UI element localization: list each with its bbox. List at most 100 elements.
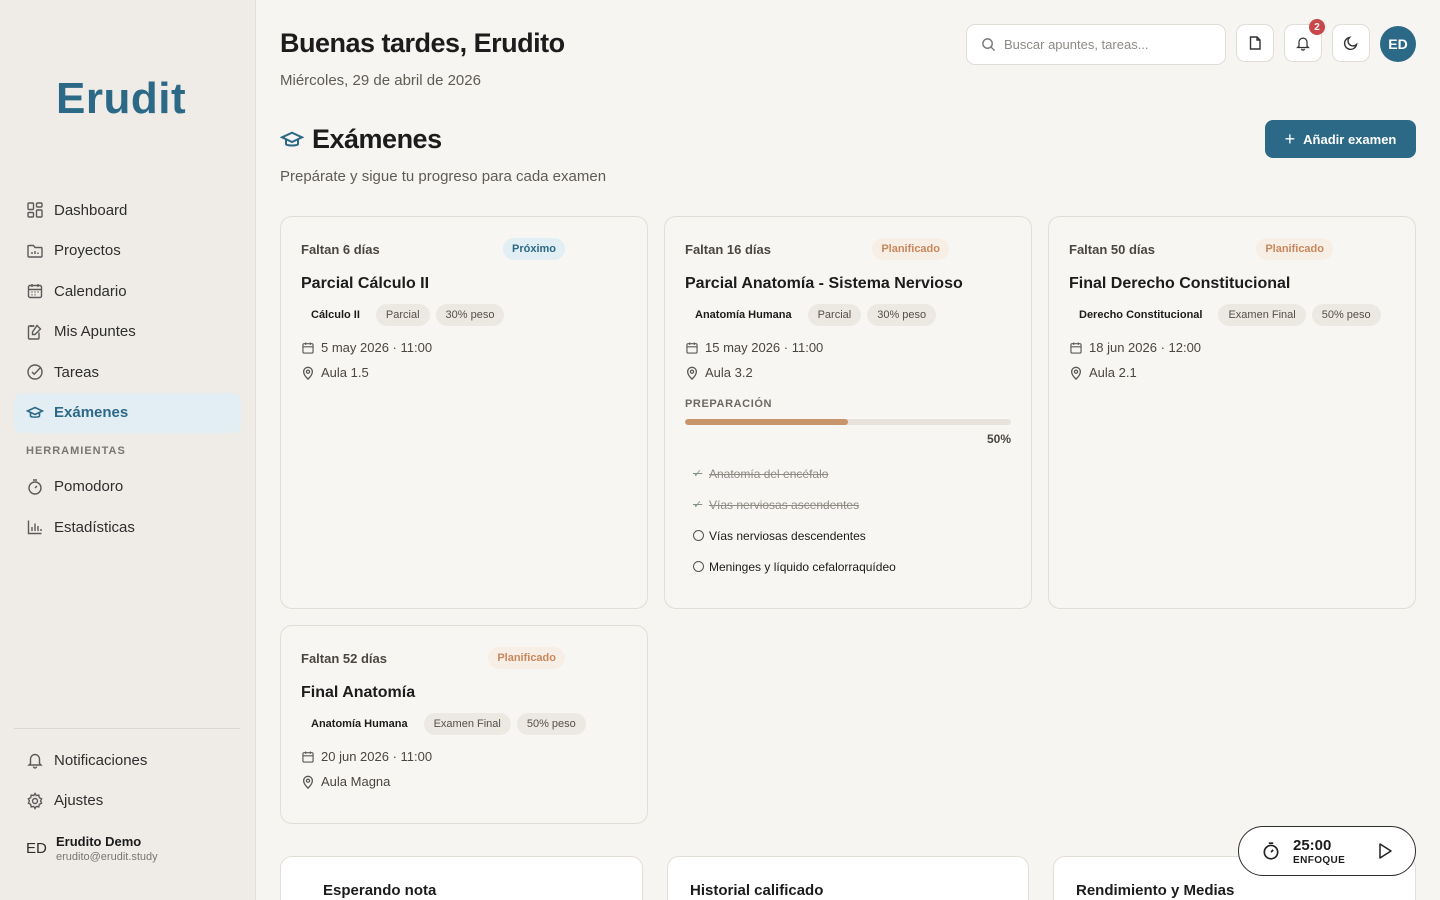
exam-card[interactable]: Faltan 16 días Planificado Parcial Anato…: [664, 216, 1032, 609]
topic-list: ✓ Anatomía del encéfalo ✓ Vías nerviosas…: [685, 458, 1011, 582]
user-profile[interactable]: ED Erudito Demo erudito@erudit.study: [26, 834, 158, 863]
exam-type-tag: Parcial: [807, 304, 862, 326]
exam-card[interactable]: Faltan 52 días Planificado Final Anatomí…: [280, 625, 648, 824]
sidebar-item-label: Calendario: [54, 282, 127, 300]
preparation-percent: 50%: [986, 432, 1011, 446]
topic-label: Vías nerviosas ascendentes: [709, 497, 860, 512]
exam-datetime: 5 may 2026 · 11:00: [321, 340, 433, 355]
location-pin-icon: [685, 366, 699, 380]
exam-type-tag: Examen Final: [1218, 304, 1306, 326]
user-initials: ED: [26, 840, 47, 857]
weight-tag: 50% peso: [516, 713, 586, 735]
graduation-cap-icon: [280, 128, 304, 152]
search-box[interactable]: [966, 24, 1226, 65]
sidebar: Erudit Dashboard Proyectos Calendario Mi…: [0, 0, 256, 900]
new-note-button[interactable]: [1236, 24, 1274, 62]
bell-icon: [1295, 35, 1311, 51]
sidebar-item-label: Proyectos: [54, 242, 121, 259]
page-title: Exámenes: [280, 124, 442, 155]
bell-icon: [26, 751, 44, 769]
subject-tag: Derecho Constitucional: [1079, 309, 1203, 321]
sidebar-item-label: Pomodoro: [54, 478, 124, 495]
status-badge: Planificado: [872, 238, 949, 260]
empty-circle-icon[interactable]: [693, 530, 704, 541]
add-exam-label: Añadir examen: [1303, 131, 1397, 147]
exam-datetime: 18 jun 2026 · 12:00: [1089, 340, 1202, 355]
play-icon[interactable]: [1377, 842, 1393, 860]
sidebar-item-label: Mis Apuntes: [54, 323, 136, 340]
file-icon: [1247, 35, 1263, 51]
app-logo[interactable]: Erudit: [56, 74, 186, 124]
location-pin-icon: [1069, 366, 1083, 380]
topic-item[interactable]: Vías nerviosas descendentes: [685, 520, 1011, 551]
exam-location: Aula 2.1: [1089, 365, 1137, 380]
calendar-icon: [685, 341, 699, 355]
section-title: Historial calificado: [690, 882, 824, 899]
theme-toggle-button[interactable]: [1332, 24, 1370, 62]
exam-title: Final Derecho Constitucional: [1069, 275, 1291, 292]
weight-tag: 30% peso: [867, 304, 937, 326]
topic-item[interactable]: ✓ Anatomía del encéfalo: [685, 458, 1011, 489]
page-subtitle: Prepárate y sigue tu progreso para cada …: [280, 168, 607, 185]
search-input[interactable]: [1004, 37, 1204, 52]
exam-location: Aula Magna: [321, 774, 391, 789]
sidebar-item-tareas[interactable]: Tareas: [14, 352, 241, 392]
check-icon: ✓: [693, 468, 703, 480]
section-title: Rendimiento y Medias: [1076, 882, 1235, 899]
sidebar-bottom-nav: Notificaciones Ajustes: [14, 740, 241, 821]
weight-tag: 50% peso: [1311, 304, 1381, 326]
sidebar-item-pomodoro[interactable]: Pomodoro: [14, 467, 241, 507]
notifications-badge: 2: [1309, 19, 1325, 35]
timer-icon: [1261, 841, 1281, 861]
exam-type-tag: Examen Final: [423, 713, 511, 735]
avatar[interactable]: ED: [1380, 26, 1416, 62]
section-title: Esperando nota: [323, 882, 437, 899]
dashboard-icon: [26, 201, 44, 219]
greeting: Buenas tardes, Erudito: [280, 28, 565, 58]
pomodoro-widget[interactable]: 25:00 ENFOQUE: [1238, 826, 1416, 876]
topic-label: Vías nerviosas descendentes: [709, 528, 866, 543]
search-icon: [981, 37, 996, 52]
topic-item[interactable]: ✓ Vías nerviosas ascendentes: [685, 489, 1011, 520]
exam-datetime: 20 jun 2026 · 11:00: [321, 749, 433, 764]
empty-circle-icon[interactable]: [693, 561, 704, 572]
sidebar-item-label: Tareas: [54, 363, 100, 381]
sidebar-item-mis-apuntes[interactable]: Mis Apuntes: [14, 312, 241, 352]
calendar-icon: [301, 750, 315, 764]
exam-type-tag: Parcial: [375, 304, 430, 326]
topic-label: Anatomía del encéfalo: [709, 466, 829, 481]
preparation-progress-fill: [685, 419, 848, 425]
calendar-icon: [1069, 341, 1083, 355]
sidebar-item-calendario[interactable]: Calendario: [14, 271, 241, 311]
status-badge: Planificado: [488, 647, 565, 669]
sidebar-item-examenes[interactable]: Exámenes: [14, 392, 241, 433]
sidebar-item-dashboard[interactable]: Dashboard: [14, 190, 241, 230]
exam-title: Parcial Anatomía - Sistema Nervioso: [685, 275, 963, 292]
sidebar-item-estadisticas[interactable]: Estadísticas: [14, 507, 241, 547]
weight-tag: 30% peso: [435, 304, 505, 326]
sidebar-item-notificaciones[interactable]: Notificaciones: [14, 740, 241, 780]
sidebar-item-label: Estadísticas: [54, 518, 135, 536]
tools-section-label: HERRAMIENTAS: [26, 444, 126, 457]
sidebar-item-ajustes[interactable]: Ajustes: [14, 781, 241, 821]
notifications-button[interactable]: 2: [1284, 19, 1325, 62]
topic-item[interactable]: Meninges y líquido cefalorraquídeo: [685, 551, 1011, 582]
sidebar-item-proyectos[interactable]: Proyectos: [14, 231, 241, 271]
notes-icon: [26, 323, 44, 341]
preparation-progress-bar: [685, 419, 1011, 425]
subject-tag: Anatomía Humana: [695, 309, 792, 321]
preparation-label: PREPARACIÓN: [685, 398, 773, 410]
exam-card[interactable]: Faltan 50 días Planificado Final Derecho…: [1048, 216, 1416, 609]
subject-tag: Anatomía Humana: [311, 718, 408, 730]
calendar-icon: [301, 341, 315, 355]
exam-datetime: 15 may 2026 · 11:00: [705, 340, 824, 355]
graduation-cap-icon: [26, 404, 44, 422]
exam-countdown: Faltan 16 días: [685, 241, 771, 257]
current-date: Miércoles, 29 de abril de 2026: [280, 72, 481, 89]
user-email: erudito@erudit.study: [56, 851, 158, 863]
exam-card[interactable]: Faltan 6 días Próximo Parcial Cálculo II…: [280, 216, 648, 609]
gear-icon: [26, 791, 44, 810]
sidebar-item-label: Ajustes: [54, 792, 104, 809]
exam-title: Final Anatomía: [301, 684, 416, 701]
add-exam-button[interactable]: + Añadir examen: [1265, 120, 1416, 158]
